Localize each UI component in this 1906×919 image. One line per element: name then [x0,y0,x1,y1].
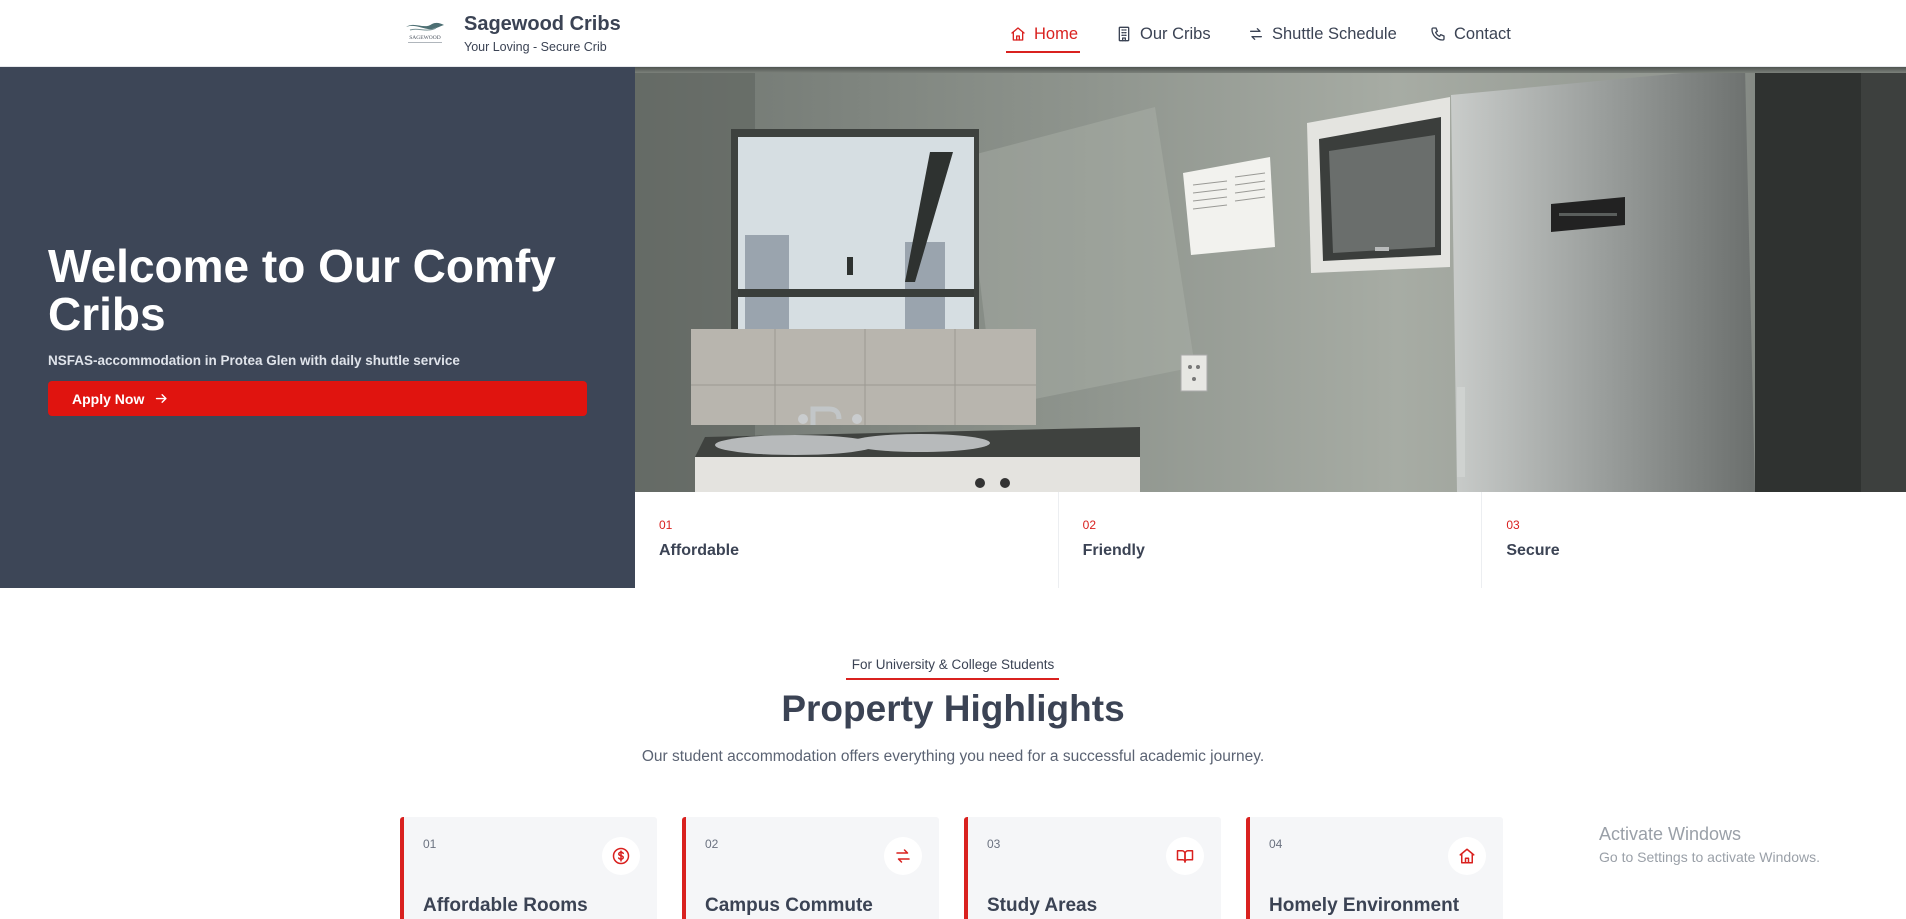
card-icon-wrap [602,837,640,875]
card-title: Affordable Rooms [423,895,588,916]
card-title: Study Areas [987,895,1098,916]
nav-shuttle-schedule-label: Shuttle Schedule [1272,24,1397,43]
hero-title: Welcome to Our Comfy Cribs [48,240,556,340]
card-number: 03 [987,837,1001,851]
watermark-line-1: Activate Windows [1599,824,1742,844]
section-eyebrow: For University & College Students [851,657,1055,672]
arrows-exchange-icon [896,849,910,863]
card-icon-wrap [884,837,922,875]
nav-our-cribs[interactable]: Our Cribs [1116,22,1211,46]
nav-our-cribs-label: Our Cribs [1140,24,1211,43]
section-title: Property Highlights [781,688,1125,729]
watermark-line-2: Go to Settings to activate Windows. [1599,849,1820,865]
highlight-card-campus-commute[interactable]: 02 Campus Commute [682,817,939,919]
highlight-card-homely-environment[interactable]: 04 Homely Environment [1246,817,1503,919]
nav-shuttle-schedule[interactable]: Shuttle Schedule [1248,22,1397,46]
activate-windows-watermark: Activate Windows Go to Settings to activ… [1599,824,1820,865]
nav-contact-label: Contact [1454,24,1511,43]
highlight-card-study-areas[interactable]: 03 Study Areas [964,817,1221,919]
hero-features: 01 Affordable 02 Friendly 03 Secure [635,492,1906,588]
card-icon-wrap [1448,837,1486,875]
hero-subtitle: NSFAS-accommodation in Protea Glen with … [48,353,460,368]
section-subtitle: Our student accommodation offers everyth… [641,748,1265,765]
brand-title[interactable]: Sagewood Cribs [464,13,621,36]
card-number: 02 [705,837,719,851]
brand-tagline: Your Loving - Secure Crib [464,40,607,54]
highlight-card-affordable-rooms[interactable]: 01 Affordable Rooms [400,817,657,919]
card-icon-wrap [1166,837,1204,875]
arrows-exchange-icon [1250,28,1262,40]
nav-contact[interactable]: Contact [1430,22,1511,46]
feature-secure: 03 Secure [1482,492,1906,588]
eyebrow-underline [846,678,1059,680]
card-title: Homely Environment [1269,895,1460,916]
nav-home[interactable]: Home [1010,22,1078,46]
feature-label: Affordable [659,542,739,559]
feature-friendly: 02 Friendly [1059,492,1483,588]
feature-number: 01 [659,518,673,532]
feature-number: 03 [1506,518,1520,532]
feature-number: 02 [1082,518,1097,532]
card-number: 04 [1269,837,1283,851]
arrow-right-icon [156,394,167,403]
nav-home-label: Home [1034,24,1079,43]
phone-icon [1431,27,1445,41]
hero-kitchen-photo [635,67,1906,492]
feature-label: Friendly [1082,542,1145,559]
sagewood-logo[interactable]: SAGEWOOD [402,18,448,48]
home-icon [1459,848,1475,864]
svg-text:SAGEWOOD: SAGEWOOD [409,35,440,41]
home-icon [1011,27,1025,41]
feature-label: Secure [1506,542,1560,559]
apply-now-button[interactable]: Apply Now [48,381,587,416]
site-header: SAGEWOOD Sagewood Cribs Your Loving - Se… [0,0,1906,67]
dollar-circle-icon [612,847,630,865]
book-open-icon [1176,850,1194,863]
feature-affordable: 01 Affordable [635,492,1059,588]
card-title: Campus Commute [705,895,873,916]
card-number: 01 [423,837,437,851]
building-icon [1118,26,1130,42]
apply-now-label: Apply Now [72,390,145,407]
nav-active-indicator [1006,51,1080,53]
